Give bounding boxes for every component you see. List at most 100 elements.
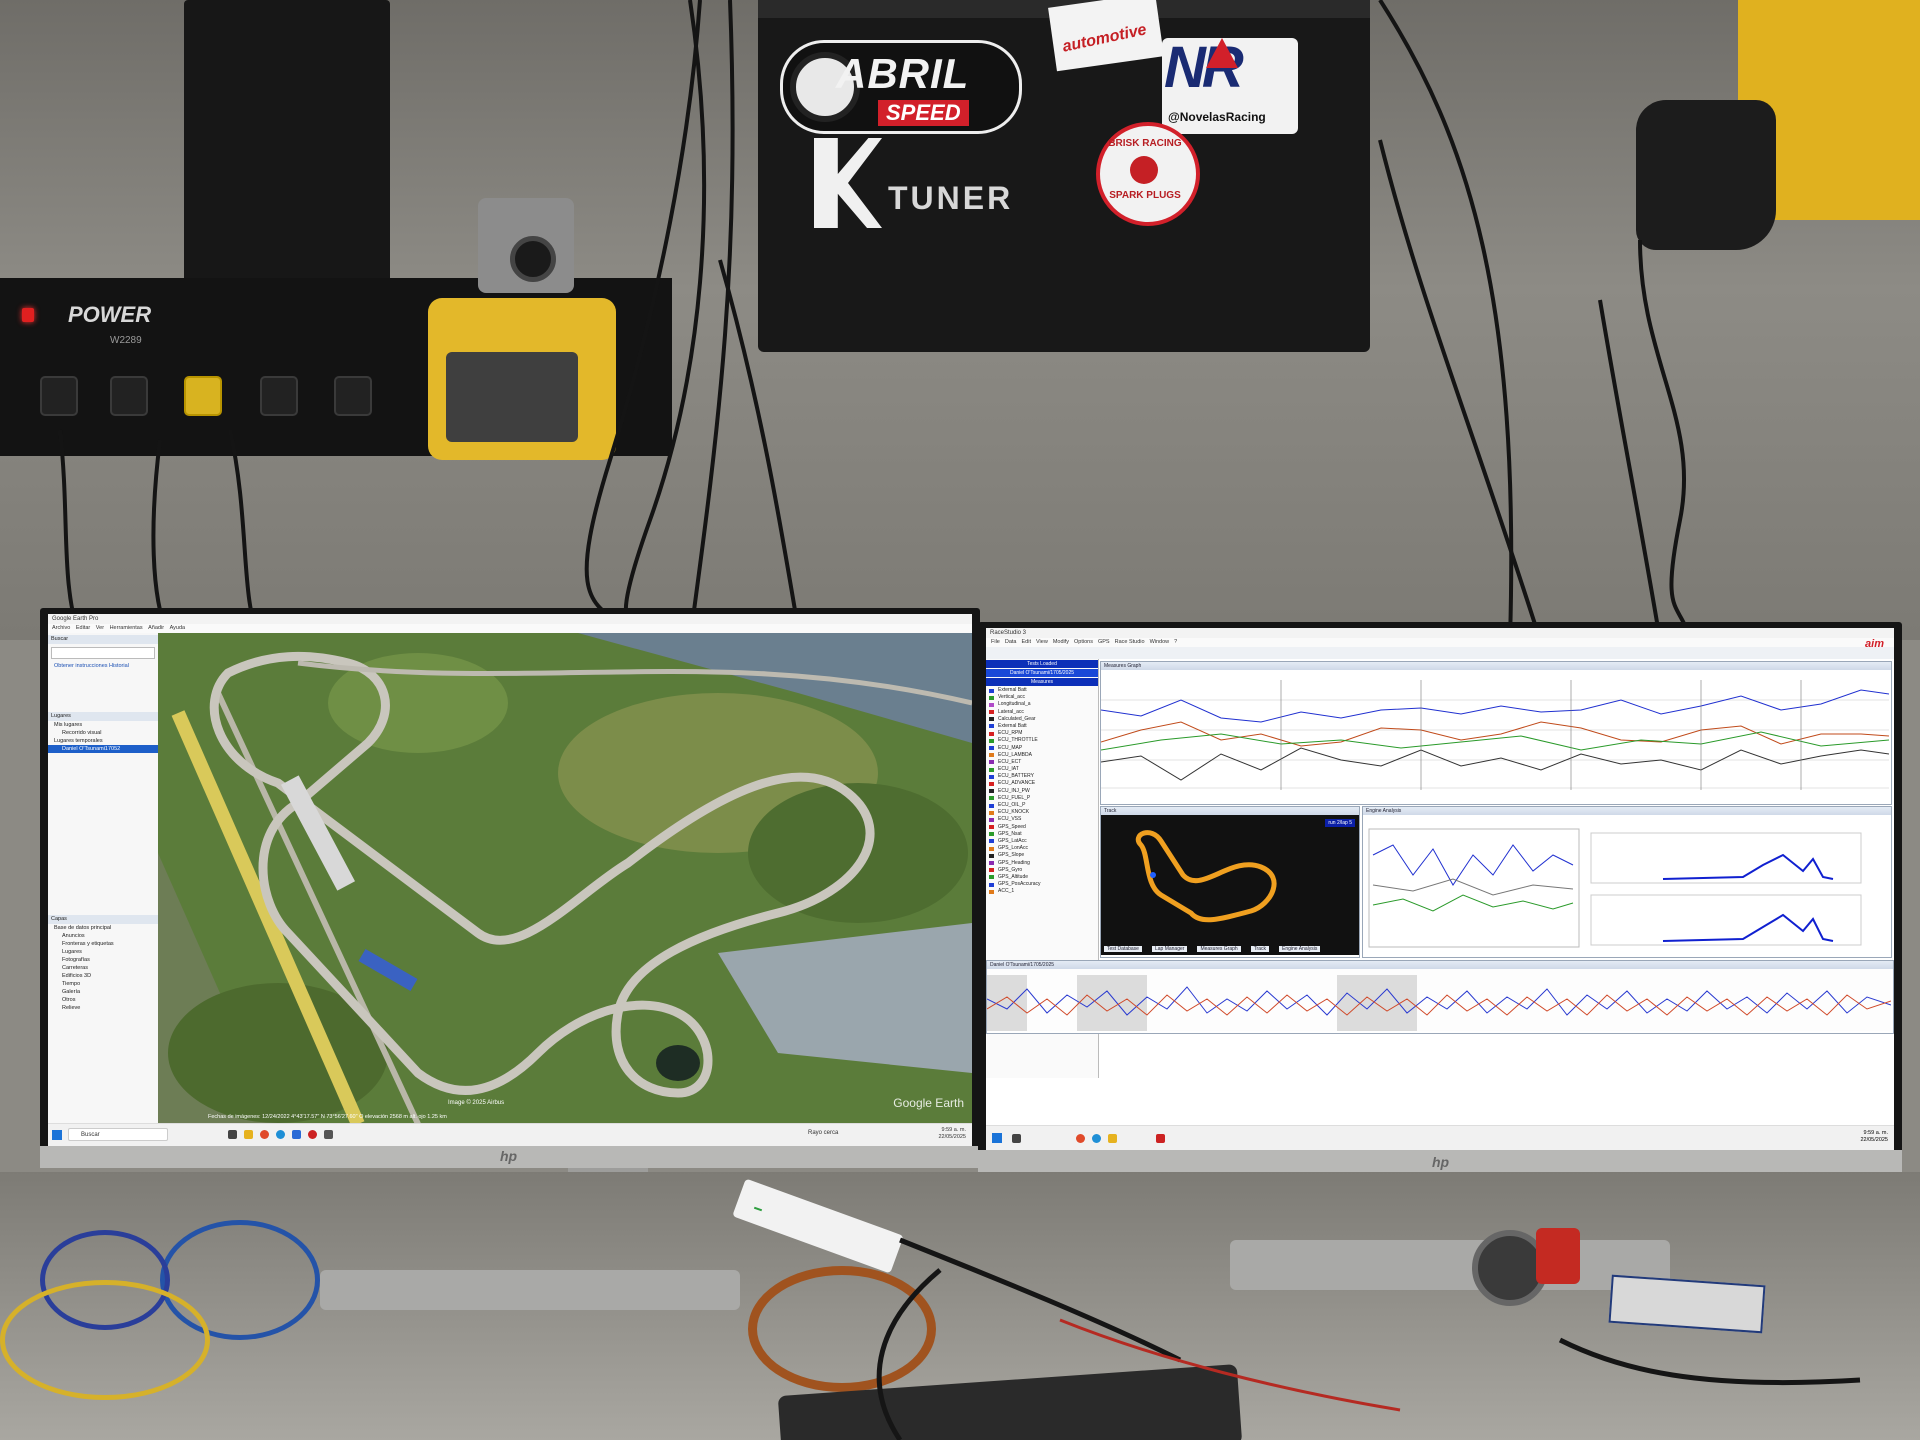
layer-item[interactable]: Galería [48, 988, 158, 996]
channel-item[interactable]: Vertical_acc [986, 694, 1098, 701]
engine-analysis-panel[interactable]: Engine Analysis [1362, 806, 1892, 958]
bottom-tab[interactable]: Measures Graph [1197, 946, 1241, 952]
channel-item[interactable]: GPS_PosAccuracy [986, 881, 1098, 888]
layer-item[interactable]: Base de datos principal [48, 924, 158, 932]
measures-graph-panel[interactable]: Measures Graph [1100, 661, 1892, 805]
menu-herramientas[interactable]: Herramientas [110, 625, 143, 631]
search-header[interactable]: Buscar [48, 635, 158, 644]
channel-item[interactable]: ECU_THROTTLE [986, 737, 1098, 744]
edge-icon[interactable] [1092, 1134, 1101, 1143]
channel-item[interactable]: GPS_Heading [986, 860, 1098, 867]
channel-item[interactable]: ECU_FUEL_P [986, 795, 1098, 802]
racestudio-menu-item[interactable]: Options [1074, 639, 1093, 645]
menu-ver[interactable]: Ver [96, 625, 104, 631]
channel-item[interactable]: ECU_LAMBDA [986, 752, 1098, 759]
menu-archivo[interactable]: Archivo [52, 625, 70, 631]
channel-item[interactable]: ACC_1 [986, 888, 1098, 895]
channel-item[interactable]: ECU_BATTERY [986, 773, 1098, 780]
satellite-map[interactable]: Image © 2025 Airbus Google Earth Fechas … [158, 633, 972, 1124]
file-explorer-icon[interactable] [244, 1130, 253, 1139]
layer-item[interactable]: Anuncios [48, 932, 158, 940]
windows-start-icon[interactable] [992, 1133, 1002, 1143]
layer-item[interactable]: Carreteras [48, 964, 158, 972]
channel-item[interactable]: GPS_Speed [986, 824, 1098, 831]
racestudio-menu: File Data Edit View Modify Options GPS Race Stu… [986, 638, 1894, 647]
channel-item[interactable]: ECU_MAP [986, 745, 1098, 752]
layer-item[interactable]: Fotografías [48, 956, 158, 964]
channel-item[interactable]: ECU_ECT [986, 759, 1098, 766]
layer-item[interactable]: Fronteras y etiquetas [48, 940, 158, 948]
chrome-icon[interactable] [260, 1130, 269, 1139]
channel-item[interactable]: ECU_RPM [986, 730, 1098, 737]
layers-list: Base de datos principal Anuncios Fronteras… [48, 924, 158, 1012]
measures-header[interactable]: Measures [986, 678, 1098, 686]
menu-ayuda[interactable]: Ayuda [170, 625, 186, 631]
channel-item[interactable]: Calculated_Gear [986, 716, 1098, 723]
racestudio-menu-item[interactable]: Window [1150, 639, 1170, 645]
channel-item[interactable]: ECU_OIL_P [986, 802, 1098, 809]
racestudio-menu-item[interactable]: File [991, 639, 1000, 645]
places-header[interactable]: Lugares [48, 712, 158, 721]
channel-item[interactable]: Longitudinal_a [986, 701, 1098, 708]
channel-item[interactable]: ECU_IAT [986, 766, 1098, 773]
mail-icon[interactable] [292, 1130, 301, 1139]
channel-item[interactable]: Lateral_acc [986, 709, 1098, 716]
channel-item[interactable]: GPS_Slope [986, 852, 1098, 859]
left-clock[interactable]: 9:59 a. m. 22/05/2025 [938, 1127, 966, 1141]
channel-item[interactable]: GPS_Altitude [986, 874, 1098, 881]
place-item[interactable]: Daniel O'Tsunami17052 [48, 745, 158, 753]
place-item[interactable]: Recorrido visual [48, 729, 158, 737]
place-item[interactable]: Lugares temporales [48, 737, 158, 745]
channel-item[interactable]: ECU_KNOCK [986, 809, 1098, 816]
channel-item[interactable]: External Batt [986, 687, 1098, 694]
menu-editar[interactable]: Editar [76, 625, 90, 631]
racestudio-menu-item[interactable]: Modify [1053, 639, 1069, 645]
place-item[interactable]: Mis lugares [48, 721, 158, 729]
bottom-tab[interactable]: Test Database [1104, 946, 1142, 952]
right-clock[interactable]: 9:59 a. m. 22/05/2025 [1860, 1130, 1888, 1144]
file-explorer-icon[interactable] [1108, 1134, 1117, 1143]
layer-item[interactable]: Otros [48, 996, 158, 1004]
racestudio-menu-item[interactable]: View [1036, 639, 1048, 645]
taskbar-search-input[interactable]: Buscar [68, 1128, 168, 1141]
engine-analysis-plots [1368, 828, 1862, 948]
racestudio-menu-item[interactable]: Edit [1022, 639, 1031, 645]
tests-loaded-header[interactable]: Tests Loaded [986, 660, 1098, 668]
search-input[interactable] [51, 647, 155, 659]
split-report-panel[interactable]: Daniel O'Tsunami/1705/2025 [986, 960, 1894, 1034]
windows-start-icon[interactable] [52, 1130, 62, 1140]
channel-item[interactable]: ECU_INJ_PW [986, 788, 1098, 795]
bottom-tab[interactable]: Track [1250, 946, 1270, 952]
google-earth-taskbar-icon[interactable] [324, 1130, 333, 1139]
racestudio-menu-item[interactable]: Race Studio [1115, 639, 1145, 645]
channel-color-swatch [989, 688, 994, 693]
channel-item[interactable]: GPS_Gyro [986, 867, 1098, 874]
channel-item[interactable]: GPS_Nsat [986, 831, 1098, 838]
task-view-icon[interactable] [228, 1130, 237, 1139]
search-links[interactable]: Obtener instrucciones Historial [48, 662, 158, 670]
channel-item[interactable]: GPS_LatAcc [986, 838, 1098, 845]
test-name[interactable]: Daniel O'Tsunami/1705/2025 [986, 669, 1098, 677]
layer-item[interactable]: Relieve [48, 1004, 158, 1012]
channel-item[interactable]: ECU_VSS [986, 816, 1098, 823]
weather-widget[interactable]: Rayo cerca [808, 1130, 838, 1136]
racestudio-menu-item[interactable]: Data [1005, 639, 1017, 645]
chrome-icon[interactable] [1076, 1134, 1085, 1143]
bottom-tab[interactable]: Engine Analysis [1279, 946, 1321, 952]
racestudio-menu-item[interactable]: GPS [1098, 639, 1110, 645]
layer-item[interactable]: Lugares [48, 948, 158, 956]
layer-item[interactable]: Edificios 3D [48, 972, 158, 980]
channel-item[interactable]: ECU_ADVANCE [986, 780, 1098, 787]
racestudio-taskbar-icon[interactable] [1156, 1134, 1165, 1143]
racestudio-menu-item[interactable]: ? [1174, 639, 1177, 645]
layer-item[interactable]: Tiempo [48, 980, 158, 988]
edge-icon[interactable] [276, 1130, 285, 1139]
channel-item[interactable]: External Batt [986, 723, 1098, 730]
track-map-panel[interactable]: Track run 2/lap 5 [1100, 806, 1360, 958]
layers-header[interactable]: Capas [48, 915, 158, 924]
app-icon[interactable] [308, 1130, 317, 1139]
menu-anadir[interactable]: Añadir [148, 625, 164, 631]
search-icon[interactable] [1012, 1134, 1021, 1143]
channel-item[interactable]: GPS_LonAcc [986, 845, 1098, 852]
bottom-tab[interactable]: Lap Manager [1151, 946, 1188, 952]
